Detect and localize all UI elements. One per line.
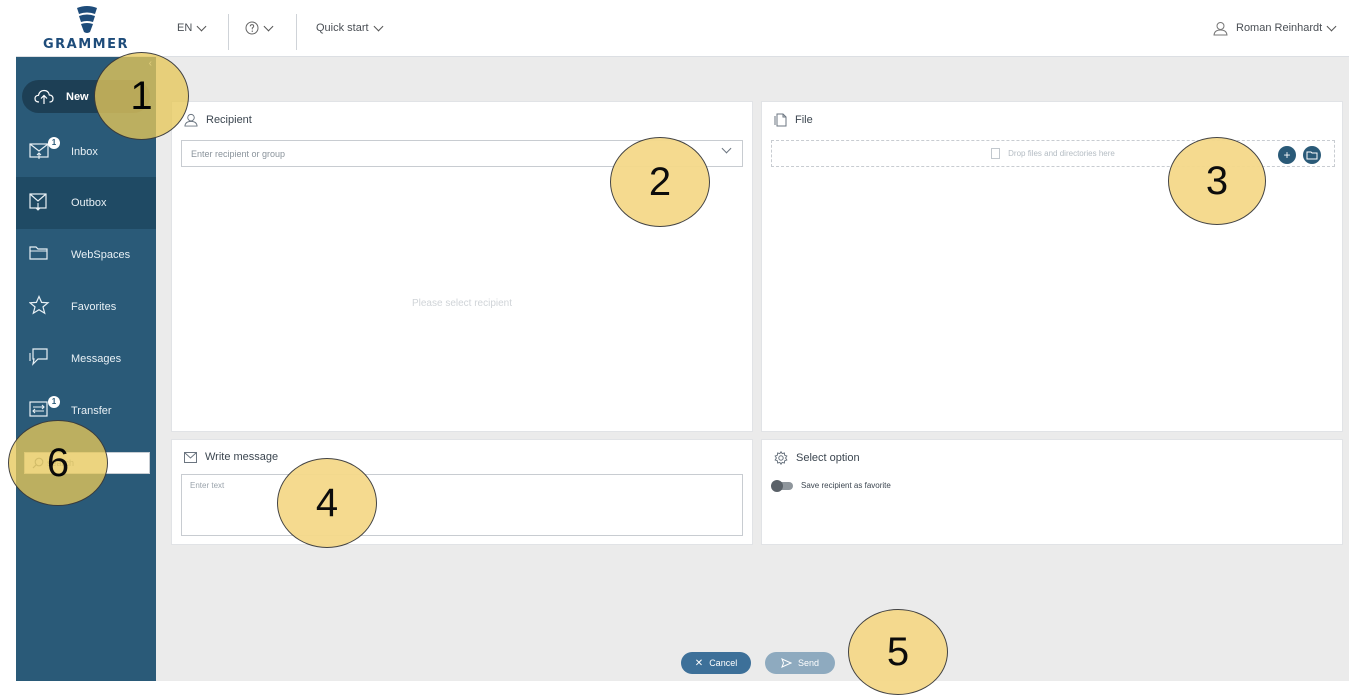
drop-zone-text: Drop files and directories here: [1008, 149, 1115, 158]
callout-5: 5: [848, 609, 948, 695]
sidebar-item-messages[interactable]: Messages: [16, 333, 156, 385]
file-panel: File Drop files and directories here +: [761, 101, 1343, 432]
recipient-panel-title: Recipient: [206, 114, 252, 126]
save-favorite-label: Save recipient as favorite: [801, 481, 891, 490]
message-panel-title: Write message: [205, 451, 279, 463]
cancel-button[interactable]: ✕ Cancel: [681, 652, 751, 674]
language-selector[interactable]: EN: [177, 0, 207, 56]
language-label: EN: [177, 22, 193, 34]
brand-logo[interactable]: GRAMMER: [32, 4, 140, 52]
logo-mark-icon: [77, 6, 97, 33]
cancel-label: Cancel: [709, 658, 738, 668]
help-icon: [245, 21, 259, 35]
chevron-down-icon: [196, 21, 207, 31]
inbox-badge: 1: [48, 137, 60, 149]
plus-icon: +: [1283, 148, 1291, 162]
chevron-down-icon: [373, 21, 384, 31]
close-icon: ✕: [694, 657, 704, 669]
chevron-down-icon: [1326, 21, 1337, 31]
sidebar-item-label: WebSpaces: [71, 249, 131, 261]
callout-6: 6: [8, 420, 108, 506]
add-file-button[interactable]: +: [1278, 146, 1296, 164]
sidebar: ‹ New 1 Inbox Outbox WebSpaces Favorites: [16, 57, 156, 681]
callout-4: 4: [277, 458, 377, 548]
message-placeholder: Enter text: [190, 481, 225, 490]
message-textarea[interactable]: Enter text: [181, 474, 743, 536]
folder-icon: [1306, 151, 1318, 160]
new-button-label: New: [66, 90, 89, 103]
send-label: Send: [797, 658, 820, 668]
quick-start-label: Quick start: [316, 22, 369, 34]
top-separator: [296, 14, 297, 50]
user-name: Roman Reinhardt: [1236, 22, 1323, 34]
envelope-icon: [184, 451, 197, 463]
message-panel-header: Write message: [184, 451, 278, 463]
send-icon: [781, 658, 792, 668]
sidebar-item-favorites[interactable]: Favorites: [16, 281, 156, 333]
file-icon: [774, 113, 787, 127]
sidebar-item-webspaces[interactable]: WebSpaces: [16, 229, 156, 281]
file-panel-header: File: [774, 113, 813, 127]
recipient-select-placeholder: Enter recipient or group: [191, 148, 286, 159]
star-icon: [28, 295, 53, 319]
message-panel: Write message Enter text: [171, 439, 753, 545]
user-menu[interactable]: Roman Reinhardt: [1213, 0, 1337, 56]
user-icon: [1213, 21, 1228, 35]
gear-icon: [774, 451, 788, 465]
chat-icon: [29, 347, 53, 371]
outbox-icon: [29, 191, 53, 215]
sidebar-item-label: Messages: [71, 353, 122, 365]
recipient-panel-header: Recipient: [184, 113, 252, 127]
sidebar-item-label: Favorites: [71, 301, 117, 313]
options-panel-title: Select option: [796, 452, 860, 464]
browse-folder-button[interactable]: [1303, 146, 1321, 164]
main-content: Recipient Enter recipient or group Pleas…: [156, 57, 1349, 681]
document-icon: [991, 148, 1001, 159]
save-favorite-toggle[interactable]: [771, 479, 793, 492]
options-panel: Select option Save recipient as favorite: [761, 439, 1343, 545]
help-menu[interactable]: [245, 0, 274, 56]
sidebar-item-label: Outbox: [71, 197, 107, 209]
cloud-upload-icon: [34, 89, 54, 104]
save-favorite-row: Save recipient as favorite: [771, 479, 891, 492]
inbox-icon: 1: [29, 137, 60, 164]
callout-3: 3: [1168, 137, 1266, 225]
quick-start-menu[interactable]: Quick start: [316, 0, 384, 56]
user-icon: [184, 113, 198, 127]
top-bar: GRAMMER EN Quick start Roman Reinhardt: [16, 0, 1349, 57]
brand-wordmark: GRAMMER: [42, 37, 129, 52]
folder-icon: [29, 243, 53, 267]
chevron-down-icon: [263, 21, 274, 31]
callout-2: 2: [610, 137, 710, 227]
sidebar-item-label: Transfer: [71, 405, 112, 417]
transfer-icon: 1: [29, 396, 60, 423]
recipient-empty-text: Please select recipient: [411, 298, 513, 309]
transfer-badge: 1: [48, 396, 60, 408]
top-separator: [228, 14, 229, 50]
sidebar-item-outbox[interactable]: Outbox: [16, 177, 156, 229]
sidebar-item-label: Inbox: [71, 146, 98, 158]
chevron-down-icon[interactable]: [721, 143, 732, 154]
send-button[interactable]: Send: [765, 652, 835, 674]
file-panel-title: File: [795, 114, 813, 126]
options-panel-header: Select option: [774, 451, 860, 465]
callout-1: 1: [94, 52, 189, 140]
